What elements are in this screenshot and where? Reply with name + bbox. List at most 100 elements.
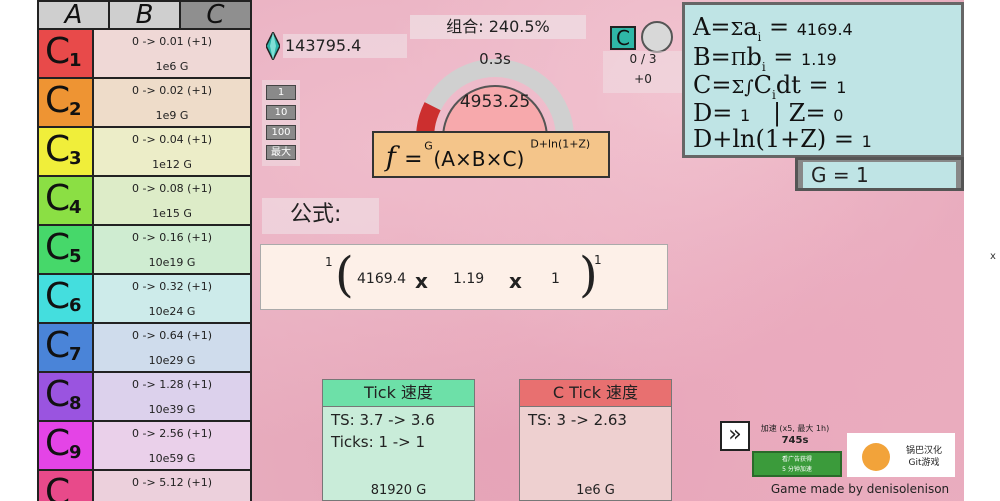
c-letter: C	[45, 472, 71, 501]
c-upgrade-icon: C3	[39, 128, 94, 175]
c-index: 3	[69, 148, 82, 169]
c-upgrade-icon: C1	[39, 30, 94, 77]
c-upgrade-row[interactable]: C3 0 -> 0.04 (+1) 1e12 G	[37, 128, 252, 177]
eq-b-value: 1.19	[801, 50, 837, 69]
c-letter: C	[45, 227, 71, 268]
eq-c-value: 1	[836, 78, 847, 97]
c-upgrade-icon: C8	[39, 373, 94, 420]
tab-c[interactable]: C	[181, 2, 250, 28]
c-upgrade-cost: 1e6 G	[155, 60, 189, 73]
c-index: 7	[69, 344, 82, 365]
formula-c: 1	[551, 271, 560, 287]
c-upgrade-row[interactable]: C5 0 -> 0.16 (+1) 10e19 G	[37, 226, 252, 275]
eq-a: A=Σai = 4169.4	[693, 13, 853, 44]
speedup-label: 加速 (x5, 最大 1h)	[760, 424, 830, 433]
c-upgrade-icon: C5	[39, 226, 94, 273]
c-plus: +0	[634, 72, 652, 86]
c-upgrade-progress: 0 -> 0.32 (+1)	[132, 280, 212, 293]
resource-value: 143795.4	[283, 34, 407, 58]
multiplier-max-button[interactable]: 最大	[266, 145, 296, 160]
c-upgrade-cost: 1e9 G	[155, 109, 189, 122]
tick-speed-ticks: Ticks: 1 -> 1	[331, 433, 426, 451]
c-upgrade-progress: 0 -> 0.04 (+1)	[132, 133, 212, 146]
tick-speed-upgrade[interactable]: Tick 速度 TS: 3.7 -> 3.6 Ticks: 1 -> 1 819…	[322, 379, 475, 501]
close-icon[interactable]: x	[990, 251, 996, 262]
right-exponent: 1	[594, 253, 602, 267]
left-exponent: 1	[325, 255, 333, 269]
c-upgrade-cost: 10e39 G	[148, 403, 196, 416]
svg-text:(A×B×C): (A×B×C)	[433, 147, 524, 171]
c-upgrade-info: 0 -> 0.32 (+1) 10e24 G	[94, 275, 250, 322]
c-letter: C	[45, 423, 71, 464]
c-upgrade-icon: C2	[39, 79, 94, 126]
c-upgrade-info: 0 -> 0.01 (+1) 1e6 G	[94, 30, 250, 77]
formula-b: 1.19	[453, 271, 485, 287]
c-upgrade-progress: 0 -> 5.12 (+1)	[132, 476, 212, 489]
c-upgrade-info: 0 -> 1.28 (+1) 10e39 G	[94, 373, 250, 420]
eq-d-value: 1	[739, 106, 751, 125]
eq-b: B=Πbi = 1.19	[693, 43, 837, 74]
c-letter: C	[45, 178, 71, 219]
fast-forward-button[interactable]: »	[720, 421, 750, 451]
logo-text: 锅巴汉化 Git游戏	[894, 445, 954, 469]
c-tick-speed-ts: TS: 3 -> 2.63	[528, 411, 627, 429]
logo-line-1: 锅巴汉化	[905, 446, 942, 456]
c-index: 5	[69, 246, 82, 267]
eq-c: C=Σ∫Cidt = 1	[693, 71, 847, 102]
c-index: 8	[69, 393, 82, 414]
c-letter: C	[45, 325, 71, 366]
tick-speed-cost: 81920 G	[370, 483, 427, 498]
c-upgrade-row[interactable]: C2 0 -> 0.02 (+1) 1e9 G	[37, 79, 252, 128]
left-paren: (	[335, 247, 354, 303]
c-upgrade-cost: 1e15 G	[152, 207, 192, 220]
gauge-value: 4953.25	[459, 92, 531, 112]
tab-b[interactable]: B	[110, 2, 181, 28]
c-upgrade-info: 0 -> 0.16 (+1) 10e19 G	[94, 226, 250, 273]
c-upgrade-row[interactable]: C8 0 -> 1.28 (+1) 10e39 G	[37, 373, 252, 422]
watch-ad-button[interactable]: 看广告获得 5 分钟加速	[752, 451, 842, 477]
formula-box: 1 ( 4169.4 x 1.19 x 1 ) 1	[260, 244, 668, 310]
c-upgrade-row[interactable]: C 0 -> 5.12 (+1)	[37, 471, 252, 501]
multiplier-10-button[interactable]: 10	[266, 105, 296, 120]
c-upgrade-row[interactable]: C7 0 -> 0.64 (+1) 10e29 G	[37, 324, 252, 373]
c-index: 4	[69, 197, 82, 218]
sidebar: A B C C10 -> 0.01 (+1) 1e6 GC20 -> 0.02 (…	[37, 0, 252, 501]
c-upgrade-row[interactable]: C4 0 -> 0.08 (+1) 1e15 G	[37, 177, 252, 226]
c-upgrade-row[interactable]: C6 0 -> 0.32 (+1) 10e24 G	[37, 275, 252, 324]
tick-time: 0.3s	[479, 50, 511, 68]
c-upgrade-icon: C9	[39, 422, 94, 469]
eq-d: D= 1 | Z= 0	[693, 99, 844, 127]
c-index: 1	[69, 50, 82, 71]
multiplier-100-button[interactable]: 100	[266, 125, 296, 140]
eq-z-value: 0	[833, 106, 844, 125]
c-upgrade-info: 0 -> 2.56 (+1) 10e59 G	[94, 422, 250, 469]
c-upgrade-row[interactable]: C1 0 -> 0.01 (+1) 1e6 G	[37, 30, 252, 79]
multiply-sign: x	[509, 269, 522, 293]
c-letter: C	[45, 129, 71, 170]
c-tick-speed-cost: 1e6 G	[576, 483, 615, 498]
c-upgrade-progress: 0 -> 0.08 (+1)	[132, 182, 212, 195]
c-upgrade-info: 0 -> 0.64 (+1) 10e29 G	[94, 324, 250, 371]
c-index: 9	[69, 442, 82, 463]
c-count: 0 / 3	[629, 52, 657, 66]
c-upgrade-info: 0 -> 5.12 (+1)	[94, 471, 250, 501]
c-upgrade-cost: 10e19 G	[148, 256, 196, 269]
c-letter: C	[45, 374, 71, 415]
combo-label: 组合: 240.5%	[410, 15, 586, 39]
c-square-button[interactable]: C	[610, 26, 636, 50]
c-letter: C	[45, 276, 71, 317]
circle-button[interactable]	[641, 21, 673, 53]
multiplier-1-button[interactable]: 1	[266, 85, 296, 100]
c-upgrade-row[interactable]: C9 0 -> 2.56 (+1) 10e59 G	[37, 422, 252, 471]
c-upgrade-progress: 0 -> 0.01 (+1)	[132, 35, 212, 48]
equations-panel: A=Σai = 4169.4 B=Πbi = 1.19 C=Σ∫Cidt = 1…	[682, 2, 964, 158]
speedup-time: 745s	[781, 435, 809, 446]
tick-speed-ts: TS: 3.7 -> 3.6	[331, 411, 435, 429]
c-upgrade-progress: 0 -> 2.56 (+1)	[132, 427, 212, 440]
c-upgrade-cost: 1e12 G	[152, 158, 192, 171]
c-upgrade-progress: 0 -> 0.64 (+1)	[132, 329, 212, 342]
multiply-sign: x	[415, 269, 428, 293]
game-credit: Game made by denisolenison	[770, 482, 950, 496]
tab-a[interactable]: A	[39, 2, 110, 28]
c-tick-speed-upgrade[interactable]: C Tick 速度 TS: 3 -> 2.63 1e6 G	[519, 379, 672, 501]
